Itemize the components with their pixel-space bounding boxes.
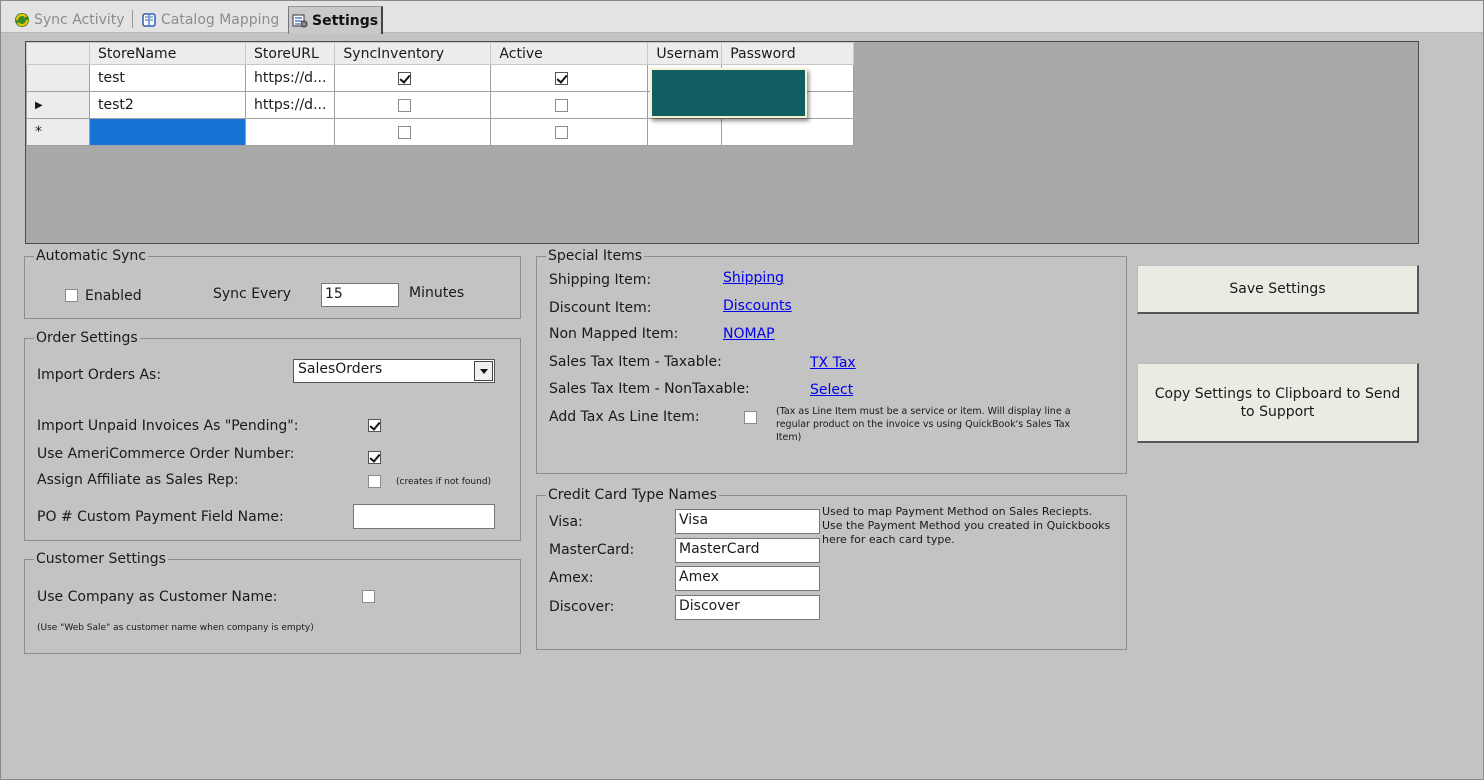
unpaid-pending-checkbox[interactable] [368,419,381,432]
mastercard-label: MasterCard: [549,542,635,558]
add-tax-line-note: (Tax as Line Item must be a service or i… [776,406,1071,443]
column-header-password[interactable]: Password [721,42,855,65]
cell-username[interactable] [647,118,723,146]
company-as-name-checkbox[interactable] [362,590,375,603]
cell-syncinventory[interactable] [334,118,492,146]
sync-icon [14,12,30,28]
tax-nontaxable-label: Sales Tax Item - NonTaxable: [549,381,750,397]
cell-storeurl[interactable]: https://d... [244,64,336,92]
visa-label: Visa: [549,514,583,530]
order-settings-title: Order Settings [34,330,140,347]
cell-syncinventory[interactable] [334,64,492,92]
discover-input[interactable]: Discover [675,595,820,620]
tab-catalog-mapping-label: Catalog Mapping [161,11,280,28]
company-as-name-label: Use Company as Customer Name: [37,589,278,605]
visa-input[interactable]: Visa [675,509,820,534]
active-checkbox[interactable] [554,98,568,112]
automatic-sync-title: Automatic Sync [34,248,148,265]
po-field-input[interactable] [353,504,495,529]
copy-settings-button[interactable]: Copy Settings to Clipboard to Send to Su… [1137,363,1419,443]
column-header-storeurl[interactable]: StoreURL [244,42,336,65]
column-header-storename[interactable]: StoreName [89,42,246,65]
customer-name-note: (Use "Web Sale" as customer name when co… [37,623,314,633]
sync-interval-input[interactable]: 15 [321,283,399,307]
cell-storename[interactable]: test [89,64,246,92]
import-orders-as-label: Import Orders As: [37,367,162,383]
cell-storename[interactable] [89,118,246,146]
order-settings-group: Order Settings Import Orders As: SalesOr… [24,330,521,541]
sync-every-label: Sync Every [213,286,291,302]
discount-item-link[interactable]: Discounts [723,298,792,314]
minutes-label: Minutes [409,285,465,301]
cell-storeurl[interactable] [244,118,336,146]
affiliate-note: (creates if not found) [396,477,492,487]
non-mapped-item-label: Non Mapped Item: [549,326,679,342]
add-tax-line-label: Add Tax As Line Item: [549,409,700,425]
row-header-corner [26,42,90,65]
tab-settings[interactable]: Settings [288,6,384,34]
syncinventory-checkbox[interactable] [398,125,412,139]
cell-active[interactable] [490,91,649,119]
import-orders-as-select[interactable]: SalesOrders [293,359,495,383]
add-tax-line-checkbox[interactable] [744,411,757,424]
affiliate-rep-checkbox[interactable] [368,475,381,488]
chevron-down-icon[interactable] [474,361,493,381]
cell-storeurl[interactable]: https://d... [244,91,336,119]
discover-label: Discover: [549,599,615,615]
shipping-item-link[interactable]: Shipping [723,270,784,286]
row-marker[interactable]: ▶ [26,91,90,119]
column-header-active[interactable]: Active [490,42,649,65]
amex-input[interactable]: Amex [675,566,820,591]
cell-password[interactable] [721,118,855,146]
non-mapped-item-link[interactable]: NOMAP [723,326,775,342]
column-header-syncinventory[interactable]: SyncInventory [334,42,492,65]
table-header-row: StoreName StoreURL SyncInventory Active … [26,42,855,65]
special-items-group: Special Items Shipping Item: Shipping Di… [536,248,1127,474]
tab-settings-label: Settings [312,12,379,29]
tab-sync-activity[interactable]: Sync Activity [11,6,128,33]
tax-taxable-link[interactable]: TX Tax [810,355,856,371]
sync-enabled-checkbox[interactable] [65,289,78,302]
tab-strip: Sync Activity Catalog Mapping Settings [1,1,1483,34]
tax-nontaxable-link[interactable]: Select [810,382,853,398]
ameri-order-number-label: Use AmeriCommerce Order Number: [37,446,295,462]
settings-icon [292,13,308,29]
import-orders-as-value: SalesOrders [298,361,383,377]
row-marker[interactable] [26,64,90,92]
save-settings-button[interactable]: Save Settings [1137,265,1419,314]
catalog-book-icon [141,12,157,28]
customer-settings-title: Customer Settings [34,551,168,568]
credit-card-note: Used to map Payment Method on Sales Reci… [822,505,1111,546]
row-marker[interactable]: * [26,118,90,146]
tab-sync-activity-label: Sync Activity [34,11,125,28]
cell-active[interactable] [490,64,649,92]
redaction-block [650,68,807,118]
syncinventory-checkbox[interactable] [398,71,412,85]
special-items-title: Special Items [546,248,645,265]
cell-active[interactable] [490,118,649,146]
po-field-label: PO # Custom Payment Field Name: [37,509,284,525]
shipping-item-label: Shipping Item: [549,272,652,288]
sync-enabled-label: Enabled [85,288,142,304]
column-header-username[interactable]: Usernam [647,42,723,65]
cell-syncinventory[interactable] [334,91,492,119]
table-row-new[interactable]: * [26,118,855,146]
amex-label: Amex: [549,570,594,586]
affiliate-rep-label: Assign Affiliate as Sales Rep: [37,472,239,488]
tax-taxable-label: Sales Tax Item - Taxable: [549,354,722,370]
credit-card-names-group: Credit Card Type Names Visa: Visa Master… [536,487,1127,650]
credit-card-names-title: Credit Card Type Names [546,487,719,504]
cell-storename[interactable]: test2 [89,91,246,119]
mastercard-input[interactable]: MasterCard [675,538,820,563]
automatic-sync-group: Automatic Sync Enabled Sync Every 15 Min… [24,248,521,319]
active-checkbox[interactable] [554,71,568,85]
active-checkbox[interactable] [554,125,568,139]
ameri-order-number-checkbox[interactable] [368,451,381,464]
syncinventory-checkbox[interactable] [398,98,412,112]
tab-separator [132,10,133,28]
customer-settings-group: Customer Settings Use Company as Custome… [24,551,521,654]
discount-item-label: Discount Item: [549,300,652,316]
unpaid-pending-label: Import Unpaid Invoices As "Pending": [37,418,299,434]
tab-catalog-mapping[interactable]: Catalog Mapping [138,6,282,33]
